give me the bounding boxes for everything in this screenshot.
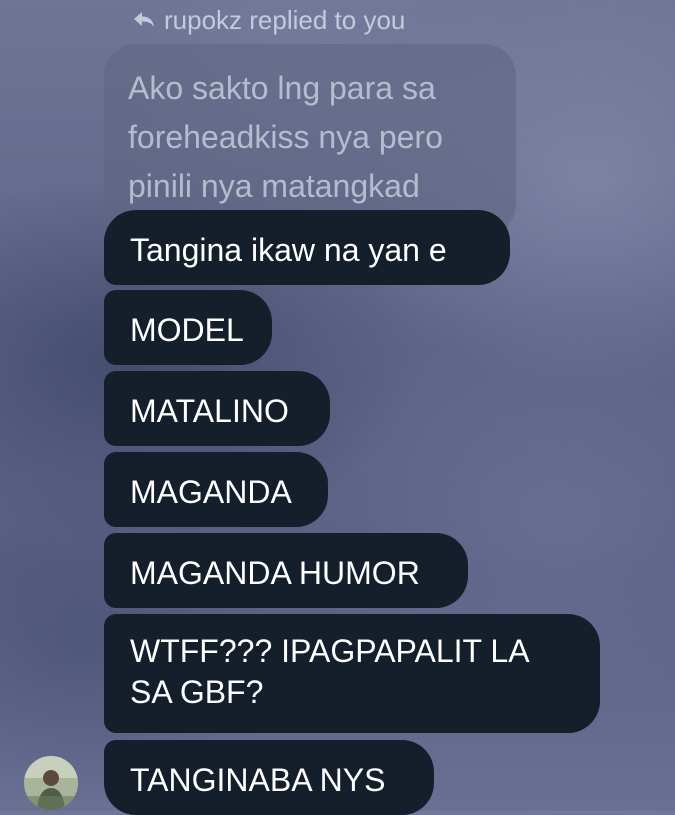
quoted-message[interactable]: Ako sakto lng para sa foreheadkiss nya p… [104, 44, 516, 236]
quoted-message-line: pinili nya matangkad [128, 168, 420, 204]
sender-avatar[interactable] [24, 756, 78, 810]
message-text: WTFF??? IPAGPAPALIT LA SA GBF? [130, 633, 528, 710]
message-text: MAGANDA HUMOR [130, 555, 420, 591]
message-text: Tangina ikaw na yan e [130, 232, 447, 268]
reply-header: rupokz replied to you [132, 4, 405, 36]
message-bubble[interactable]: MAGANDA HUMOR [104, 533, 468, 608]
message-text: MODEL [130, 312, 244, 348]
message-text: TANGINABA NYS [130, 762, 386, 798]
quoted-message-line: foreheadkiss nya pero [128, 119, 443, 155]
message-bubble[interactable]: WTFF??? IPAGPAPALIT LA SA GBF? [104, 614, 600, 733]
message-text: MAGANDA [130, 474, 292, 510]
message-text: MATALINO [130, 393, 289, 429]
message-bubble[interactable]: TANGINABA NYS [104, 740, 434, 815]
message-bubble[interactable]: Tangina ikaw na yan e [104, 210, 510, 285]
reply-arrow-icon [132, 5, 164, 36]
reply-header-text: rupokz replied to you [164, 4, 406, 35]
quoted-message-line: Ako sakto lng para sa [128, 70, 436, 106]
message-bubble[interactable]: MODEL [104, 290, 272, 365]
message-bubble[interactable]: MATALINO [104, 371, 330, 446]
message-bubble[interactable]: MAGANDA [104, 452, 328, 527]
